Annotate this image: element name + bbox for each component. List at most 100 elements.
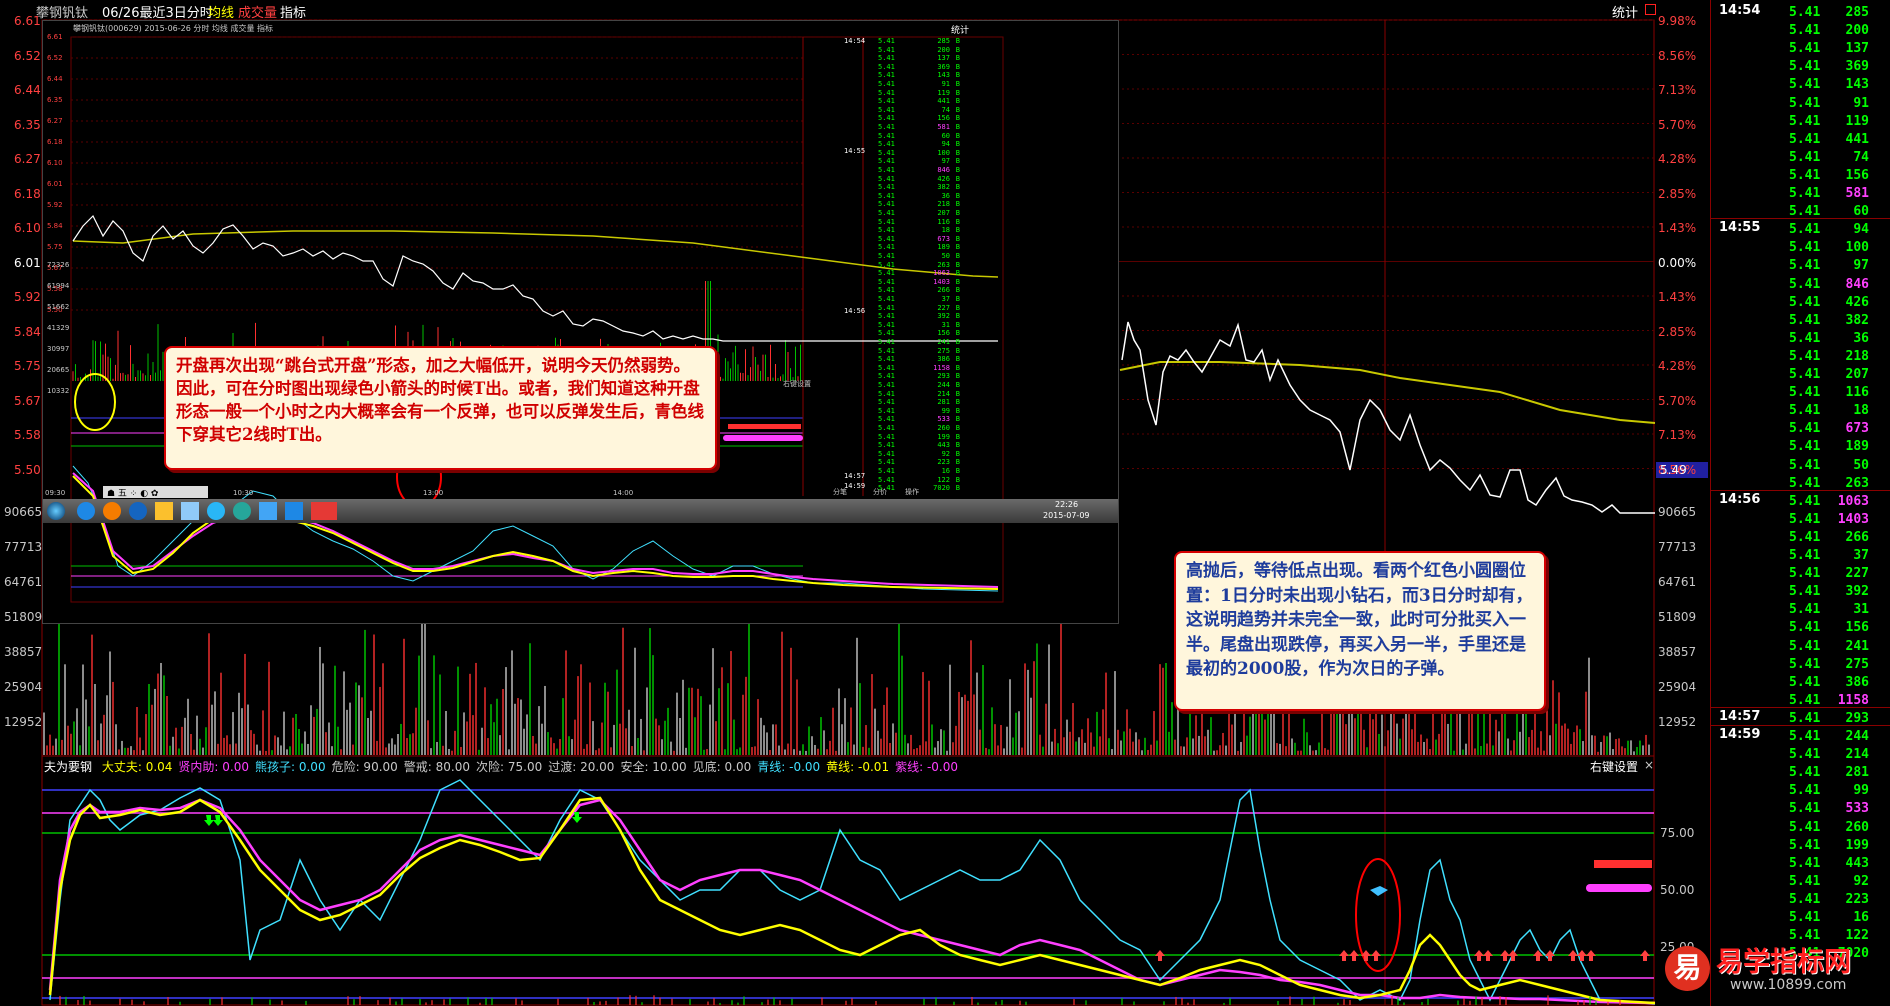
price-axis-label: 6.27 — [14, 152, 41, 166]
price-axis-label: 5.58 — [14, 428, 41, 442]
order-book-time: 14:55 — [1719, 220, 1761, 236]
inset-magenta-line — [72, 472, 999, 588]
percent-axis-label: 4.28% — [1658, 152, 1697, 166]
inset-volume-axis-label: 72326 — [47, 261, 70, 269]
order-book-divider — [1711, 489, 1890, 491]
order-book-row: 5.41 119 — [1789, 113, 1869, 129]
percent-axis-label: 2.85% — [1658, 324, 1697, 339]
taskbar-time: 22:26 — [1055, 500, 1079, 509]
indicator-close-icon[interactable]: × — [1644, 758, 1654, 772]
inset-time-label: 10:30 — [233, 489, 254, 497]
order-book-time: 14:56 — [1719, 491, 1761, 507]
inset-tab[interactable]: 操作 — [905, 487, 919, 497]
price-axis-label: 6.01 — [14, 255, 41, 270]
ie-icon[interactable] — [77, 502, 95, 520]
avg-price-line — [1119, 361, 1656, 424]
volume-axis-label: 25904 — [4, 680, 43, 694]
order-book-row: 5.41 137 — [1789, 41, 1869, 57]
inset-volume-axis-label: 10332 — [47, 387, 70, 395]
indicator-value: 次险: 75.00 — [476, 760, 543, 774]
cloud-icon[interactable] — [259, 502, 277, 520]
inset-price-axis-label: 6.61 — [47, 33, 63, 41]
inset-tab[interactable]: 分笔 — [833, 487, 847, 497]
inset-yellow-line — [72, 475, 999, 590]
order-book-row: 5.41 846 — [1789, 276, 1869, 292]
inset-order-time: 14:54 — [844, 37, 866, 45]
inset-order-book: 5.41 285 B 5.41 200 B 5.41 137 B 5.41 369 B 5.41 143 B… — [844, 37, 960, 493]
order-book-row: 5.41 18 — [1789, 403, 1869, 419]
order-book-row: 5.41 74 — [1789, 149, 1869, 165]
folder-icon[interactable] — [155, 502, 173, 520]
order-book-row: 5.41 99 — [1789, 783, 1869, 799]
start-button-icon[interactable] — [47, 502, 65, 520]
stock-app-icon[interactable] — [311, 502, 337, 520]
inset-price-axis-label: 6.35 — [47, 96, 63, 104]
inset-price-axis-label: 6.27 — [47, 117, 63, 125]
indicator-settings[interactable]: 右键设置 — [1590, 758, 1638, 775]
percent-axis-label: 9.98% — [1658, 14, 1697, 28]
browser-icon[interactable] — [233, 502, 251, 520]
order-book-row: 5.41 156 — [1789, 620, 1869, 636]
inset-oneday-chart: 攀钢钒钛(000629) 2015-06-26 分时 均线 成交量 指标 统计 … — [42, 20, 1119, 624]
media-player-icon[interactable] — [103, 502, 121, 520]
inset-price-axis-label: 5.92 — [47, 201, 63, 209]
order-book-row: 5.41 223 — [1789, 891, 1869, 907]
watermark-text: 易学指标网 — [1716, 947, 1851, 978]
right-volume-axis-label: 64761 — [1658, 575, 1697, 589]
volume-axis-label: 64761 — [4, 575, 43, 589]
order-book-time: 14:59 — [1719, 727, 1761, 742]
inset-toolbar-icons[interactable]: ☗ 五 ⁘ ◐ ✿ — [103, 489, 158, 499]
indicator-name: 夫为要钢 — [44, 760, 93, 774]
order-book-row: 5.41 116 — [1789, 385, 1869, 401]
indicator-axis-label: 75.00 — [1660, 826, 1695, 840]
order-book-divider — [1711, 725, 1890, 726]
price-axis-label: 6.44 — [14, 83, 41, 97]
red-marker-strip — [1594, 860, 1652, 868]
order-book-row: 5.41 227 — [1789, 566, 1869, 582]
inset-order-time: 14:59 — [844, 482, 866, 490]
sogou-icon[interactable] — [207, 502, 225, 520]
order-book-row: 5.41 241 — [1789, 638, 1869, 654]
inset-settings[interactable]: 右键设置 — [783, 379, 811, 389]
price-axis-label: 6.18 — [14, 186, 41, 201]
network-icon[interactable] — [181, 502, 199, 520]
indicator-value: 大丈夫: 0.04 — [101, 760, 173, 774]
percent-axis-label: 2.85% — [1658, 186, 1697, 201]
price-axis-label: 6.10 — [14, 221, 41, 235]
app-icon[interactable] — [285, 502, 303, 520]
order-book-row: 5.41 97 — [1789, 258, 1869, 274]
order-book-divider — [1711, 218, 1890, 220]
inset-price-axis-label: 6.18 — [47, 138, 63, 146]
order-book-row: 5.41 581 — [1789, 186, 1869, 201]
order-book-row: 5.41 207 — [1789, 367, 1869, 382]
inset-volume-axis-label: 41329 — [47, 324, 70, 332]
watermark-url: www.10899.com — [1730, 977, 1847, 993]
inset-toolbar[interactable]: ☗ 五 ⁘ ◐ ✿ — [103, 486, 208, 499]
windows-taskbar[interactable]: 22:26 2015-07-09 — [43, 499, 1118, 523]
percent-axis-label: 1.43% — [1658, 290, 1697, 304]
order-book-time: 14:57 — [1719, 708, 1761, 724]
indicator-value: 警戒: 80.00 — [403, 760, 471, 774]
green-down-arrows — [204, 812, 582, 826]
order-book-row: 5.41 281 — [1789, 765, 1869, 781]
order-book-row: 5.41 441 — [1789, 131, 1869, 147]
price-axis-label: 6.52 — [14, 48, 41, 63]
order-book-row: 5.41 214 — [1789, 747, 1869, 763]
order-book-row: 5.41 92 — [1789, 873, 1869, 889]
k-app-icon[interactable] — [129, 502, 147, 520]
inset-order-time: 14:56 — [844, 307, 866, 315]
volume-axis-label: 77713 — [4, 540, 43, 554]
order-book-row: 5.41 1403 — [1789, 511, 1869, 527]
taskbar-date: 2015-07-09 — [1043, 511, 1090, 520]
right-volume-axis-label: 90665 — [1658, 505, 1697, 519]
order-book-row: 5.41 266 — [1789, 529, 1869, 545]
percent-axis-label: 5.70% — [1658, 117, 1697, 132]
pink-marker-strip — [1586, 884, 1652, 892]
order-book-row: 5.41 386 — [1789, 674, 1869, 690]
tick-order-book: 5.41 285 5.41 200 5.41 137 5.41 369 5.41 143 5.41 9… — [1710, 0, 1890, 1006]
indicator-value: 紫线: -0.00 — [895, 760, 959, 774]
right-volume-axis-label: 38857 — [1658, 645, 1697, 659]
indicator-yellow-line — [48, 796, 1656, 1005]
order-book-row: 5.41 218 — [1789, 348, 1869, 364]
inset-tab[interactable]: 分价 — [873, 487, 887, 497]
